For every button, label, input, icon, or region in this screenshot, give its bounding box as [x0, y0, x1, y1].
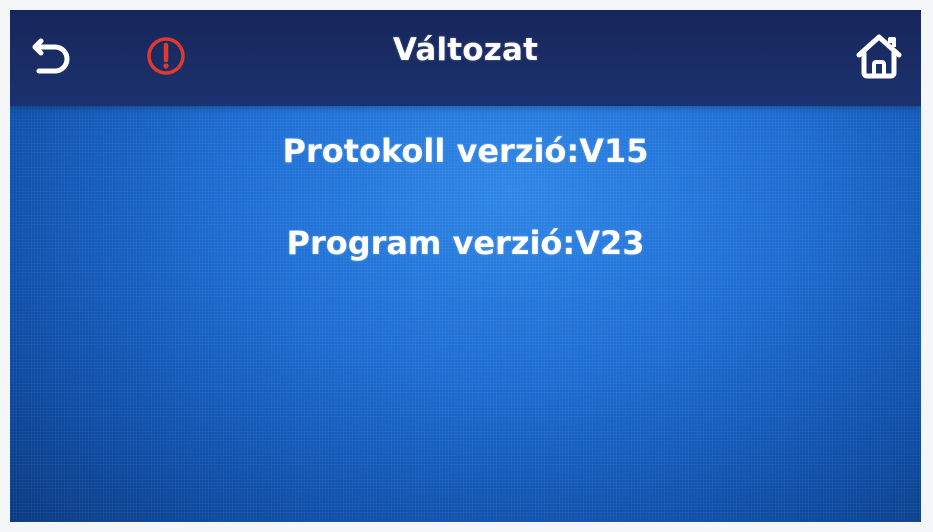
display-screen: Változat Protokoll verzió:V15 Program ve…	[10, 10, 921, 522]
protocol-version-text: Protokoll verzió:V15	[282, 132, 649, 170]
page-title: Változat	[392, 32, 539, 68]
home-icon	[856, 34, 902, 79]
program-version-text: Program verzió:V23	[286, 224, 645, 262]
header-bar: Változat	[10, 10, 921, 106]
device-frame: Változat Protokoll verzió:V15 Program ve…	[0, 0, 933, 532]
home-button[interactable]	[847, 24, 911, 88]
